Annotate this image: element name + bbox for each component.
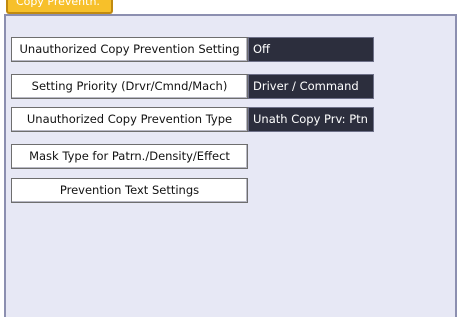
tab-copy-prevention[interactable]: Copy Preventn. <box>6 0 113 14</box>
button-label: Unauthorized Copy Prevention Type <box>26 112 233 126</box>
panel-top-border <box>113 14 457 16</box>
unauthorized-copy-prevention-setting-button[interactable]: Unauthorized Copy Prevention Setting <box>11 37 248 62</box>
prevention-text-settings-button[interactable]: Prevention Text Settings <box>11 178 248 203</box>
tab-label: Copy Preventn. <box>16 0 100 8</box>
unauthorized-copy-prevention-type-button[interactable]: Unauthorized Copy Prevention Type <box>11 107 248 132</box>
button-label: Mask Type for Patrn./Density/Effect <box>29 149 230 163</box>
button-label: Prevention Text Settings <box>59 183 200 197</box>
button-label: Unauthorized Copy Prevention Setting <box>19 42 240 56</box>
unauthorized-copy-prevention-setting-value: Off <box>248 37 374 62</box>
unauthorized-copy-prevention-type-value: Unath Copy Prv: Ptn <box>248 107 374 132</box>
setting-priority-button[interactable]: Setting Priority (Drvr/Cmnd/Mach) <box>11 74 248 99</box>
setting-priority-value: Driver / Command <box>248 74 374 99</box>
mask-type-button[interactable]: Mask Type for Patrn./Density/Effect <box>11 144 248 169</box>
bottom-margin <box>0 317 461 327</box>
copy-prevention-screen: Copy Preventn. Unauthorized Copy Prevent… <box>0 0 461 327</box>
button-label: Setting Priority (Drvr/Cmnd/Mach) <box>31 79 228 93</box>
